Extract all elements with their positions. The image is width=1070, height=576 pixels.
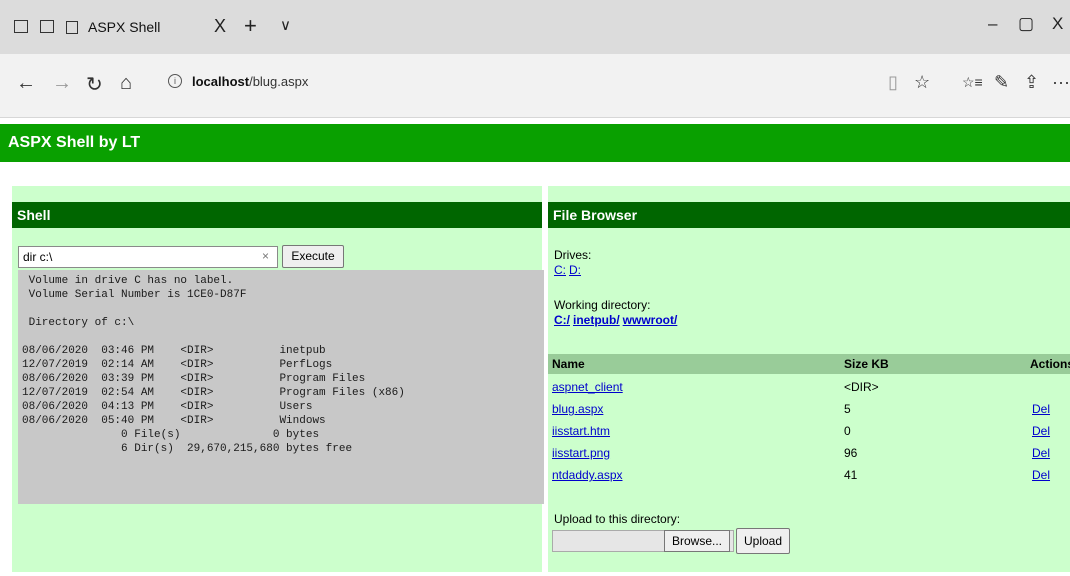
table-row: blug.aspx 5 Del (548, 398, 1070, 420)
table-row: ntdaddy.aspx 41 Del (548, 464, 1070, 486)
command-text: dir c:\ (23, 250, 53, 264)
new-tab-icon[interactable]: + (244, 13, 257, 39)
share-icon[interactable]: ⇪ (1024, 72, 1039, 93)
url-bar[interactable]: i localhost/blug.aspx (160, 66, 880, 100)
execute-button[interactable]: Execute (282, 245, 344, 268)
back-icon[interactable]: ← (16, 72, 36, 95)
url-text: localhost/blug.aspx (192, 74, 308, 89)
path-inetpub-link[interactable]: inetpub/ (573, 313, 620, 327)
file-size: <DIR> (844, 380, 879, 394)
shell-panel: Shell dir c:\ × Execute Volume in drive … (12, 186, 544, 572)
drive-d-link[interactable]: D: (569, 263, 581, 277)
notes-pen-icon[interactable]: ✎ (994, 72, 1009, 93)
shell-panel-header: Shell (12, 202, 542, 228)
upload-label: Upload to this directory: (554, 512, 681, 526)
favorite-star-icon[interactable]: ☆ (914, 72, 930, 93)
address-toolbar: ← → ↻ ⌂ i localhost/blug.aspx ▯ ☆ ☆≡ ✎ ⇪… (0, 54, 1070, 118)
file-name-link[interactable]: iisstart.htm (552, 424, 610, 438)
working-dir-path: C:/inetpub/wwwroot/ (554, 313, 680, 327)
page-header: ASPX Shell by LT (0, 124, 1070, 162)
delete-link[interactable]: Del (1032, 402, 1050, 416)
url-host: localhost (192, 74, 250, 89)
page-title: ASPX Shell by LT (8, 134, 141, 151)
drives-list: C: D: (554, 263, 584, 277)
browser-title-bar: ASPX Shell X + ∨ – ▢ X (0, 0, 1070, 54)
delete-link[interactable]: Del (1032, 468, 1050, 482)
drive-c-link[interactable]: C: (554, 263, 566, 277)
forward-icon[interactable]: → (52, 72, 72, 95)
file-browser-heading: File Browser (553, 207, 638, 223)
file-name-link[interactable]: blug.aspx (552, 402, 603, 416)
clear-input-icon[interactable]: × (262, 249, 269, 263)
file-name-link[interactable]: aspnet_client (552, 380, 623, 394)
file-browser-panel: File Browser Drives: C: D: Working direct… (548, 186, 1070, 572)
maximize-icon[interactable]: ▢ (1018, 14, 1034, 34)
path-c-link[interactable]: C:/ (554, 313, 570, 327)
path-wwwroot-link[interactable]: wwwroot/ (623, 313, 678, 327)
tab-close-icon[interactable]: X (214, 16, 226, 37)
command-output: Volume in drive C has no label. Volume S… (18, 270, 544, 504)
tab-title: ASPX Shell (88, 19, 161, 35)
upload-button[interactable]: Upload (736, 528, 790, 554)
file-name-link[interactable]: iisstart.png (552, 446, 610, 460)
window-close-icon[interactable]: X (1052, 14, 1063, 34)
table-row: iisstart.png 96 Del (548, 442, 1070, 464)
home-icon[interactable]: ⌂ (120, 72, 132, 95)
delete-link[interactable]: Del (1032, 424, 1050, 438)
shell-heading: Shell (17, 207, 51, 223)
favorites-list-icon[interactable]: ☆≡ (962, 74, 983, 91)
file-name-link[interactable]: ntdaddy.aspx (552, 468, 623, 482)
file-size: 96 (844, 446, 858, 460)
delete-link[interactable]: Del (1032, 446, 1050, 460)
site-info-icon[interactable]: i (168, 74, 182, 88)
more-icon[interactable]: ··· (1052, 72, 1070, 93)
command-input[interactable]: dir c:\ × (18, 246, 278, 268)
refresh-icon[interactable]: ↻ (86, 72, 103, 97)
col-actions: Actions (1030, 357, 1070, 371)
command-output-text: Volume in drive C has no label. Volume S… (22, 275, 405, 455)
working-dir-label: Working directory: (554, 298, 651, 312)
file-size: 41 (844, 468, 858, 482)
page-favicon-icon (66, 21, 78, 34)
browse-button[interactable]: Browse... (664, 530, 730, 552)
file-size: 5 (844, 402, 851, 416)
table-row: iisstart.htm 0 Del (548, 420, 1070, 442)
set-tabs-aside-icon[interactable] (40, 20, 54, 33)
table-row: aspnet_client <DIR> (548, 376, 1070, 398)
reading-view-icon[interactable]: ▯ (888, 72, 898, 93)
tab-actions-icon[interactable] (14, 20, 28, 33)
minimize-icon[interactable]: – (988, 14, 997, 34)
browser-tab[interactable]: ASPX Shell X (64, 14, 236, 44)
file-browser-header: File Browser (548, 202, 1070, 228)
file-size: 0 (844, 424, 851, 438)
file-table-header: Name Size KB Actions (548, 354, 1070, 374)
col-name: Name (552, 357, 585, 371)
drives-label: Drives: (554, 248, 592, 262)
col-size: Size KB (844, 357, 889, 371)
url-path: /blug.aspx (249, 74, 309, 89)
tab-list-chevron-icon[interactable]: ∨ (280, 16, 291, 34)
